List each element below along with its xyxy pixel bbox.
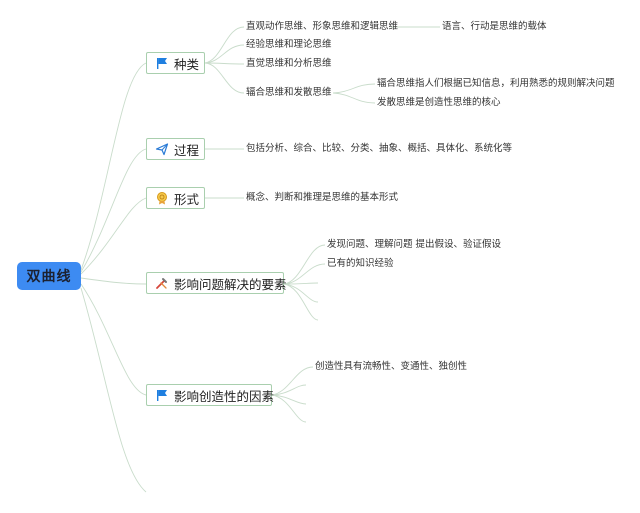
- root-label: 双曲线: [26, 269, 72, 285]
- kinds-item-4-sub-1[interactable]: 辐合思维指人们根据已知信息，利用熟悉的规则解决问题: [377, 78, 615, 90]
- topic-creativity-label: 影响创造性的因素: [174, 388, 275, 404]
- paper-plane-icon: [155, 141, 169, 157]
- kinds-item-2[interactable]: 经验思维和理论思维: [246, 39, 332, 51]
- factors-item-2[interactable]: 已有的知识经验: [327, 258, 394, 270]
- tools-icon: [155, 275, 169, 291]
- connector-root-kinds: [80, 62, 147, 271]
- topic-factors-label: 影响问题解决的要素: [174, 276, 287, 292]
- topic-kinds-label: 种类: [174, 56, 200, 72]
- root-node[interactable]: 双曲线: [17, 262, 81, 290]
- topic-process[interactable]: 过程: [146, 138, 205, 160]
- form-item-1[interactable]: 概念、判断和推理是思维的基本形式: [246, 192, 398, 204]
- topic-creativity[interactable]: 影响创造性的因素: [146, 384, 275, 406]
- kinds-item-4[interactable]: 辐合思维和发散思维: [246, 87, 332, 99]
- medal-icon: [155, 190, 169, 206]
- connector-lines: [80, 26, 440, 493]
- factors-item-1[interactable]: 发现问题、理解问题 提出假设、验证假设: [327, 239, 501, 251]
- creativity-item-1[interactable]: 创造性具有流畅性、变通性、独创性: [315, 361, 467, 373]
- topic-factors[interactable]: 影响问题解决的要素: [146, 272, 287, 294]
- kinds-item-3[interactable]: 直觉思维和分析思维: [246, 58, 332, 70]
- connector-root-factors: [80, 277, 147, 285]
- topic-kinds[interactable]: 种类: [146, 52, 205, 74]
- blue-flag-icon: [155, 387, 169, 403]
- kinds-item-1[interactable]: 直观动作思维、形象思维和逻辑思维: [246, 21, 398, 33]
- topic-form[interactable]: 形式: [146, 187, 205, 209]
- topic-form-label: 形式: [174, 191, 200, 207]
- topic-process-label: 过程: [174, 142, 200, 158]
- connector-root-extra: [80, 287, 147, 493]
- kinds-item-1-sub[interactable]: 语言、行动是思维的载体: [442, 21, 547, 33]
- blue-flag-icon: [155, 55, 169, 71]
- process-item-1[interactable]: 包括分析、综合、比较、分类、抽象、概括、具体化、系统化等: [246, 143, 512, 155]
- connector-root-form: [80, 197, 147, 275]
- kinds-item-4-sub-2[interactable]: 发散思维是创造性思维的核心: [377, 97, 501, 109]
- connector-root-creativity: [80, 283, 147, 396]
- connector-root-process: [80, 148, 147, 273]
- mind-map-canvas: 双曲线 种类 直观动作思维、形象思维和逻辑思维 语言、行动是思维的载体 经验思维…: [0, 0, 640, 513]
